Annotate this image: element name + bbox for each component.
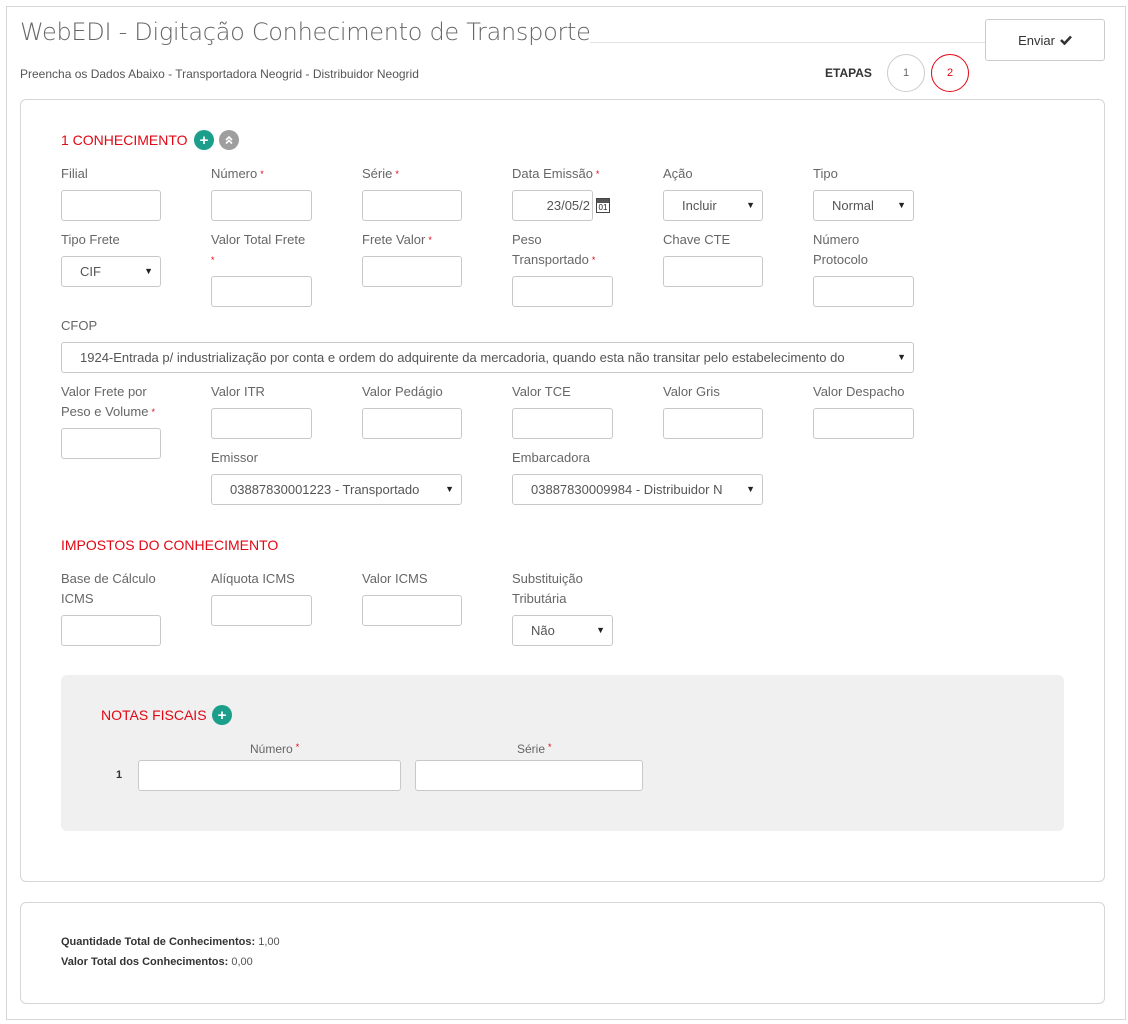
substituicao-tributaria-value: Não <box>531 623 555 638</box>
total-value-value: 0,00 <box>231 956 253 968</box>
total-quantity-label: Quantidade Total de Conhecimentos: <box>61 936 256 948</box>
step-1[interactable]: 1 <box>887 54 925 92</box>
valor-icms-label: Valor ICMS <box>362 571 428 586</box>
numero-label: Número * <box>211 166 264 181</box>
valor-total-frete-label: Valor Total Frete * <box>211 232 306 265</box>
title-divider <box>590 42 985 43</box>
send-button[interactable]: Enviar <box>985 19 1105 61</box>
emissor-label: Emissor <box>211 450 258 465</box>
numero-input[interactable] <box>211 190 312 221</box>
notas-fiscais-box <box>61 675 1064 831</box>
embarcadora-select[interactable]: 03887830009984 - Distribuidor N ▼ <box>512 474 763 505</box>
substituicao-tributaria-label: Substituição Tributária <box>512 571 583 606</box>
valor-frete-peso-input[interactable] <box>61 428 161 459</box>
valor-frete-peso-label: Valor Frete por Peso e Volume * <box>61 384 155 419</box>
collapse-up-icon[interactable] <box>219 130 239 150</box>
steps-label: ETAPAS <box>825 66 872 80</box>
caret-down-icon: ▼ <box>746 200 755 210</box>
emissor-select[interactable]: 03887830001223 - Transportado ▼ <box>211 474 462 505</box>
tipo-label: Tipo <box>813 166 838 181</box>
totals-panel <box>20 902 1105 1004</box>
total-quantity-value: 1,00 <box>258 936 280 948</box>
valor-icms-input[interactable] <box>362 595 462 626</box>
valor-pedagio-label: Valor Pedágio <box>362 384 443 399</box>
substituicao-tributaria-select[interactable]: Não ▼ <box>512 615 613 646</box>
add-conhecimento-icon[interactable]: + <box>194 130 214 150</box>
caret-down-icon: ▼ <box>746 484 755 494</box>
acao-select-value: Incluir <box>682 198 717 213</box>
valor-pedagio-input[interactable] <box>362 408 462 439</box>
valor-tce-input[interactable] <box>512 408 613 439</box>
cfop-select-value: 1924-Entrada p/ industrialização por con… <box>80 350 845 365</box>
acao-label: Ação <box>663 166 693 181</box>
total-value-label: Valor Total dos Conhecimentos: <box>61 956 229 968</box>
tipo-select[interactable]: Normal ▼ <box>813 190 914 221</box>
chevron-double-up-icon <box>225 135 233 145</box>
frete-valor-input[interactable] <box>362 256 462 287</box>
total-quantity-line: Quantidade Total de Conhecimentos: 1,00 <box>61 936 280 948</box>
nf-numero-header: Número * <box>250 742 300 756</box>
valor-gris-input[interactable] <box>663 408 763 439</box>
embarcadora-label: Embarcadora <box>512 450 591 465</box>
aliquota-icms-label: Alíquota ICMS <box>211 571 295 586</box>
numero-protocolo-label: Número Protocolo <box>813 232 868 267</box>
page-subtitle: Preencha os Dados Abaixo - Transportador… <box>20 67 419 81</box>
send-button-label: Enviar <box>1018 32 1055 48</box>
serie-input[interactable] <box>362 190 462 221</box>
nf-serie-input[interactable] <box>415 760 643 791</box>
check-icon <box>1060 35 1072 45</box>
chave-cte-input[interactable] <box>663 256 763 287</box>
nf-row-index: 1 <box>116 769 123 781</box>
embarcadora-select-value: 03887830009984 - Distribuidor N <box>531 482 723 497</box>
valor-tce-label: Valor TCE <box>512 384 571 399</box>
peso-transportado-input[interactable] <box>512 276 613 307</box>
peso-transportado-label: Peso Transportado * <box>512 232 596 267</box>
frete-valor-label: Frete Valor * <box>362 232 432 247</box>
caret-down-icon: ▼ <box>596 625 605 635</box>
nf-serie-header: Série * <box>517 742 552 756</box>
chave-cte-label: Chave CTE <box>663 232 731 247</box>
valor-despacho-input[interactable] <box>813 408 914 439</box>
valor-itr-label: Valor ITR <box>211 384 265 399</box>
filial-input[interactable] <box>61 190 161 221</box>
serie-label: Série * <box>362 166 399 181</box>
valor-itr-input[interactable] <box>211 408 312 439</box>
aliquota-icms-input[interactable] <box>211 595 312 626</box>
tipo-frete-select[interactable]: CIF ▼ <box>61 256 161 287</box>
valor-despacho-label: Valor Despacho <box>813 384 905 399</box>
cfop-label: CFOP <box>61 318 98 333</box>
emissor-select-value: 03887830001223 - Transportado <box>230 482 420 497</box>
data-emissao-label: Data Emissão * <box>512 166 600 181</box>
numero-protocolo-input[interactable] <box>813 276 914 307</box>
step-2[interactable]: 2 <box>931 54 969 92</box>
data-emissao-input[interactable] <box>512 190 593 221</box>
tipo-frete-select-value: CIF <box>80 264 101 279</box>
valor-gris-label: Valor Gris <box>663 384 720 399</box>
caret-down-icon: ▼ <box>445 484 454 494</box>
acao-select[interactable]: Incluir ▼ <box>663 190 763 221</box>
caret-down-icon: ▼ <box>144 266 153 276</box>
notas-fiscais-title: NOTAS FISCAIS <box>101 707 207 723</box>
filial-label: Filial <box>61 166 88 181</box>
caret-down-icon: ▼ <box>897 352 906 362</box>
valor-total-frete-input[interactable] <box>211 276 312 307</box>
conhecimento-section-title: 1 CONHECIMENTO <box>61 132 188 148</box>
caret-down-icon: ▼ <box>897 200 906 210</box>
page-title: WebEDI - Digitação Conhecimento de Trans… <box>20 18 591 46</box>
tipo-frete-label: Tipo Frete <box>61 232 120 247</box>
nf-numero-input[interactable] <box>138 760 401 791</box>
base-calculo-label: Base de Cálculo ICMS <box>61 571 156 606</box>
total-value-line: Valor Total dos Conhecimentos: 0,00 <box>61 956 253 968</box>
calendar-icon[interactable]: 01 <box>596 198 610 213</box>
cfop-select[interactable]: 1924-Entrada p/ industrialização por con… <box>61 342 914 373</box>
add-nota-fiscal-icon[interactable]: + <box>212 705 232 725</box>
impostos-section-title: IMPOSTOS DO CONHECIMENTO <box>61 537 279 553</box>
base-calculo-input[interactable] <box>61 615 161 646</box>
tipo-select-value: Normal <box>832 198 874 213</box>
